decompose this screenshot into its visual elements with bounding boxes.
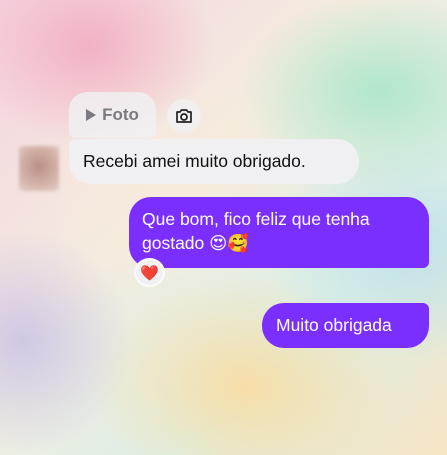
chat-thread: Foto Recebi amei muito obrigado. Que bom…	[0, 0, 447, 455]
heart-icon: ❤️	[140, 264, 159, 282]
message-bubble-incoming[interactable]: Recebi amei muito obrigado.	[69, 139, 359, 184]
message-bubble-outgoing[interactable]: Que bom, fico feliz que tenha gostado 😍🥰	[129, 197, 429, 268]
message-text: Que bom, fico feliz que tenha gostado 😍🥰	[142, 209, 370, 253]
camera-button[interactable]	[167, 99, 201, 133]
message-bubble-outgoing[interactable]: Muito obrigada	[262, 303, 429, 348]
message-text: Muito obrigada	[276, 315, 392, 335]
play-icon	[86, 109, 97, 121]
heart-reaction[interactable]: ❤️	[134, 258, 165, 287]
avatar[interactable]	[19, 146, 59, 191]
reply-preview-photo[interactable]: Foto	[69, 92, 156, 138]
reply-preview-label: Foto	[102, 105, 139, 124]
message-text: Recebi amei muito obrigado.	[83, 151, 306, 171]
camera-icon	[176, 109, 192, 123]
